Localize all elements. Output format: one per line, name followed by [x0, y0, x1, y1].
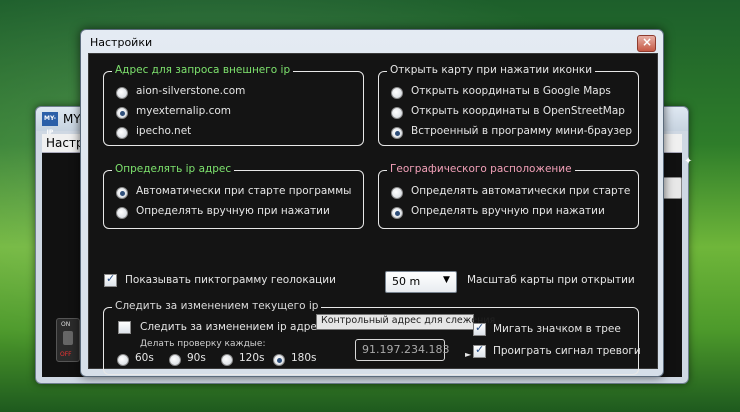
option-geo-manual[interactable]: Определять вручную при нажатии: [411, 205, 605, 217]
radio-geo-manual[interactable]: [391, 207, 403, 219]
option-mini-browser[interactable]: Встроенный в программу мини-браузер: [411, 125, 632, 137]
dialog-body: Адрес для запроса внешнего ip aion-silve…: [88, 53, 658, 375]
radio-openstreetmap[interactable]: [391, 107, 403, 119]
radio-interval-60[interactable]: [117, 354, 129, 366]
radio-interval-180[interactable]: [273, 354, 285, 366]
map-open-legend: Открыть карту при нажатии иконки: [387, 64, 596, 76]
toggle-knob[interactable]: [63, 331, 73, 345]
control-ip-value: 91.197.234.183: [362, 343, 450, 356]
geo-location-legend: Географического расположение: [387, 163, 575, 175]
watch-ip-checkbox[interactable]: [118, 321, 131, 334]
radio-google-maps[interactable]: [391, 87, 403, 99]
alarm-label[interactable]: Проиграть сигнал тревоги: [493, 345, 641, 357]
radio-geo-auto[interactable]: [391, 187, 403, 199]
option-google-maps[interactable]: Открыть координаты в Google Maps: [411, 85, 611, 97]
radio-auto-start[interactable]: [116, 187, 128, 199]
radio-aion-silverstone[interactable]: [116, 87, 128, 99]
control-ip-input[interactable]: 91.197.234.183: [355, 339, 449, 361]
option-ipecho[interactable]: ipecho.net: [136, 125, 191, 137]
watch-ip-legend: Следить за изменением текущего ip: [112, 300, 322, 312]
power-off-label: OFF: [60, 351, 72, 358]
menu-item-settings[interactable]: Настр: [46, 136, 84, 150]
show-geo-icon-checkbox[interactable]: [104, 272, 117, 287]
play-arrow-icon: ►: [465, 350, 472, 359]
map-scale-value: 50 m: [392, 275, 421, 288]
control-address-label: Контрольный адрес для слежения: [321, 315, 496, 326]
radio-myexternalip[interactable]: [116, 107, 128, 119]
settings-dialog: Настройки × Адрес для запроса внешнего i…: [80, 29, 664, 377]
option-manual-detect[interactable]: Определять вручную при нажатии: [136, 205, 330, 217]
interval-180-label[interactable]: 180s: [291, 352, 317, 364]
radio-mini-browser[interactable]: [391, 127, 403, 139]
radio-ipecho[interactable]: [116, 127, 128, 139]
blink-tray-label[interactable]: Мигать значком в трее: [493, 323, 621, 335]
close-button[interactable]: ×: [637, 35, 656, 52]
power-on-label: ON: [61, 321, 71, 328]
interval-60-label[interactable]: 60s: [135, 352, 154, 364]
detect-ip-group: Определять ip адрес Автоматически при ст…: [103, 163, 364, 229]
radio-interval-90[interactable]: [169, 354, 181, 366]
option-aion-silverstone[interactable]: aion-silverstone.com: [136, 85, 245, 97]
detect-ip-legend: Определять ip адрес: [112, 163, 235, 175]
interval-label: Делать проверку каждые:: [140, 339, 266, 349]
app-logo-icon: MY-IP: [42, 112, 58, 136]
external-ip-legend: Адрес для запроса внешнего ip: [112, 64, 294, 76]
radio-interval-120[interactable]: [221, 354, 233, 366]
interval-90-label[interactable]: 90s: [187, 352, 206, 364]
map-open-group: Открыть карту при нажатии иконки Открыть…: [378, 64, 639, 146]
close-icon: ×: [642, 35, 653, 49]
control-address-tooltip: Контрольный адрес для слежения: [316, 314, 495, 330]
map-scale-select[interactable]: 50 m ▼: [385, 271, 457, 293]
dialog-title: Настройки: [90, 36, 153, 49]
option-auto-start[interactable]: Автоматически при старте программы: [136, 185, 351, 197]
show-geo-icon-label[interactable]: Показывать пиктограмму геолокации: [125, 274, 336, 286]
interval-120-label[interactable]: 120s: [239, 352, 265, 364]
option-myexternalip[interactable]: myexternalip.com: [136, 105, 231, 117]
option-geo-auto[interactable]: Определять автоматически при старте: [411, 185, 630, 197]
radio-manual-detect[interactable]: [116, 207, 128, 219]
power-toggle[interactable]: ON OFF: [56, 318, 80, 362]
pin-icon[interactable]: ✦: [684, 156, 694, 168]
alarm-checkbox[interactable]: [473, 343, 486, 358]
geo-location-group: Географического расположение Определять …: [378, 163, 639, 229]
map-scale-label: Масштаб карты при открытии: [467, 274, 635, 286]
external-ip-group: Адрес для запроса внешнего ip aion-silve…: [103, 64, 364, 146]
option-openstreetmap[interactable]: Открыть координаты в OpenStreetMap: [411, 105, 625, 117]
chevron-down-icon: ▼: [443, 275, 450, 285]
watch-ip-checkbox-label[interactable]: Следить за изменением ip адреса: [140, 321, 329, 333]
